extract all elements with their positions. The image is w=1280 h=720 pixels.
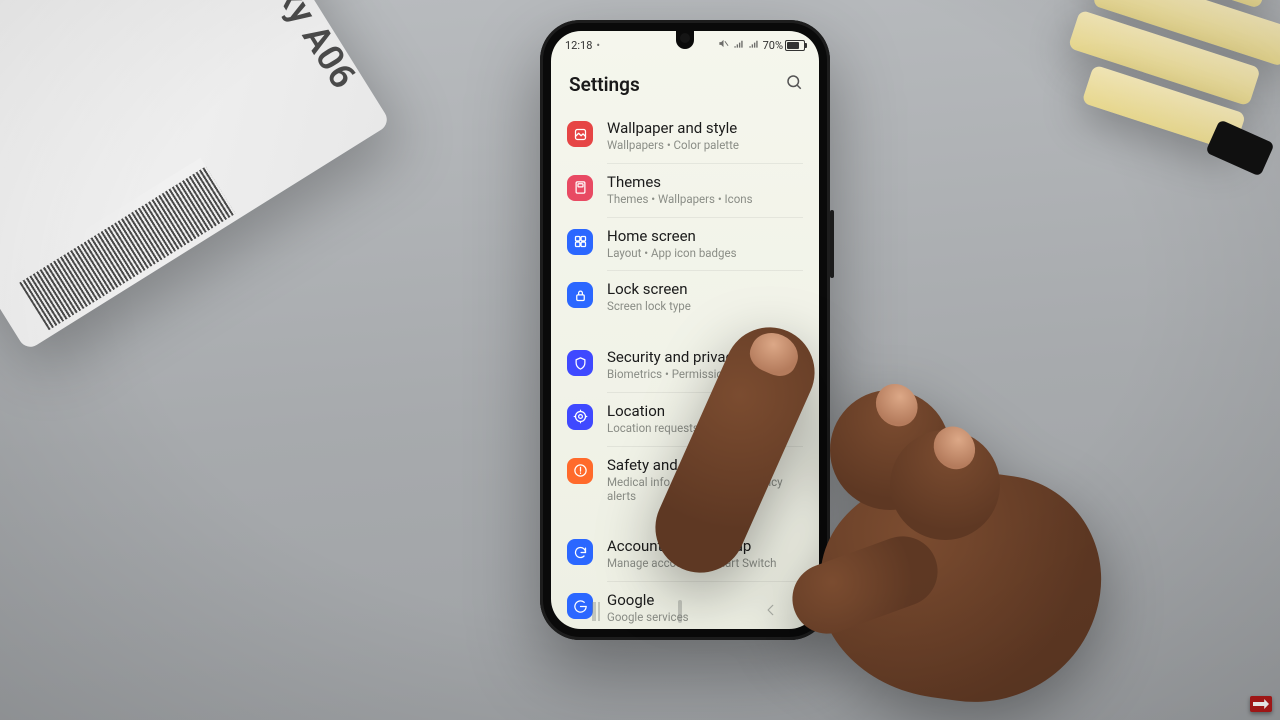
product-box: SAMSUNG Galaxy A06 bbox=[0, 0, 391, 351]
settings-row-safety[interactable]: Safety and emergency Medical info • Wirel… bbox=[557, 446, 813, 514]
shield-icon bbox=[567, 350, 593, 376]
home-icon bbox=[567, 229, 593, 255]
row-subtitle: Manage accounts • Smart Switch bbox=[607, 557, 801, 571]
scene-desk: SAMSUNG Galaxy A06 12:18 • bbox=[0, 0, 1280, 720]
box-stripe bbox=[0, 0, 188, 26]
row-subtitle: Wallpapers • Color palette bbox=[607, 139, 801, 153]
battery-indicator: 70% bbox=[763, 39, 805, 52]
row-title: Accounts and backup bbox=[607, 537, 801, 555]
row-text: Safety and emergency Medical info • Wirel… bbox=[607, 456, 801, 504]
nav-recents-button[interactable] bbox=[592, 602, 596, 621]
status-misc-icon: • bbox=[596, 39, 600, 52]
battery-percent: 70% bbox=[763, 39, 783, 52]
phone-screen: 12:18 • 70% bbox=[551, 31, 819, 629]
row-title: Wallpaper and style bbox=[607, 119, 801, 137]
settings-row-accounts[interactable]: Accounts and backup Manage accounts • Sma… bbox=[557, 527, 813, 581]
phone-side-button bbox=[830, 210, 834, 278]
sync-icon bbox=[567, 539, 593, 565]
row-title: Lock screen bbox=[607, 280, 801, 298]
box-barcode bbox=[14, 158, 236, 331]
row-title: Location bbox=[607, 402, 801, 420]
status-time: 12:18 bbox=[565, 39, 592, 52]
row-subtitle: Screen lock type bbox=[607, 300, 801, 314]
battery-icon bbox=[785, 40, 805, 51]
app-bar: Settings bbox=[551, 59, 819, 109]
location-icon bbox=[567, 404, 593, 430]
row-text: Lock screen Screen lock type bbox=[607, 280, 801, 314]
row-subtitle: Themes • Wallpapers • Icons bbox=[607, 193, 801, 207]
settings-row-location[interactable]: Location Location requests bbox=[557, 392, 813, 446]
row-text: Location Location requests bbox=[607, 402, 801, 436]
row-title: Themes bbox=[607, 173, 801, 191]
settings-group: Security and privacy Biometrics • Permiss… bbox=[557, 338, 813, 513]
sos-icon bbox=[567, 458, 593, 484]
row-text: Themes Themes • Wallpapers • Icons bbox=[607, 173, 801, 207]
settings-list[interactable]: Wallpaper and style Wallpapers • Color pa… bbox=[551, 109, 819, 629]
signal-icon bbox=[733, 38, 744, 52]
row-subtitle: Medical info • Wireless emergency alerts bbox=[607, 476, 801, 504]
row-title: Home screen bbox=[607, 227, 801, 245]
search-icon bbox=[785, 73, 803, 91]
phone-frame: 12:18 • 70% bbox=[540, 20, 830, 640]
settings-row-wallpaper[interactable]: Wallpaper and style Wallpapers • Color pa… bbox=[557, 109, 813, 163]
settings-row-lock[interactable]: Lock screen Screen lock type bbox=[557, 270, 813, 324]
wallpaper-icon bbox=[567, 121, 593, 147]
row-title: Safety and emergency bbox=[607, 456, 801, 474]
row-subtitle: Biometrics • Permission manager bbox=[607, 368, 801, 382]
nav-back-button[interactable] bbox=[764, 602, 778, 621]
home-icon bbox=[678, 600, 682, 623]
row-text: Security and privacy Biometrics • Permiss… bbox=[607, 348, 801, 382]
channel-watermark bbox=[1250, 696, 1272, 712]
settings-row-themes[interactable]: Themes Themes • Wallpapers • Icons bbox=[557, 163, 813, 217]
page-title: Settings bbox=[569, 73, 640, 96]
row-subtitle: Layout • App icon badges bbox=[607, 247, 801, 261]
camera-notch bbox=[676, 31, 694, 49]
lock-icon bbox=[567, 282, 593, 308]
box-brand-label: Galaxy A06 bbox=[230, 0, 365, 96]
row-title: Security and privacy bbox=[607, 348, 801, 366]
signal2-icon bbox=[748, 38, 759, 52]
back-icon bbox=[764, 603, 778, 617]
row-subtitle: Location requests bbox=[607, 422, 801, 436]
row-text: Home screen Layout • App icon badges bbox=[607, 227, 801, 261]
settings-row-home[interactable]: Home screen Layout • App icon badges bbox=[557, 217, 813, 271]
recents-icon bbox=[592, 602, 596, 621]
wood-prop bbox=[1032, 0, 1280, 205]
settings-group: Wallpaper and style Wallpapers • Color pa… bbox=[557, 109, 813, 324]
themes-icon bbox=[567, 175, 593, 201]
row-text: Accounts and backup Manage accounts • Sma… bbox=[607, 537, 801, 571]
row-text: Wallpaper and style Wallpapers • Color pa… bbox=[607, 119, 801, 153]
android-nav-bar bbox=[551, 593, 819, 629]
settings-row-security[interactable]: Security and privacy Biometrics • Permiss… bbox=[557, 338, 813, 392]
search-button[interactable] bbox=[785, 73, 803, 95]
mute-icon bbox=[718, 38, 729, 52]
nav-home-button[interactable] bbox=[678, 602, 682, 621]
